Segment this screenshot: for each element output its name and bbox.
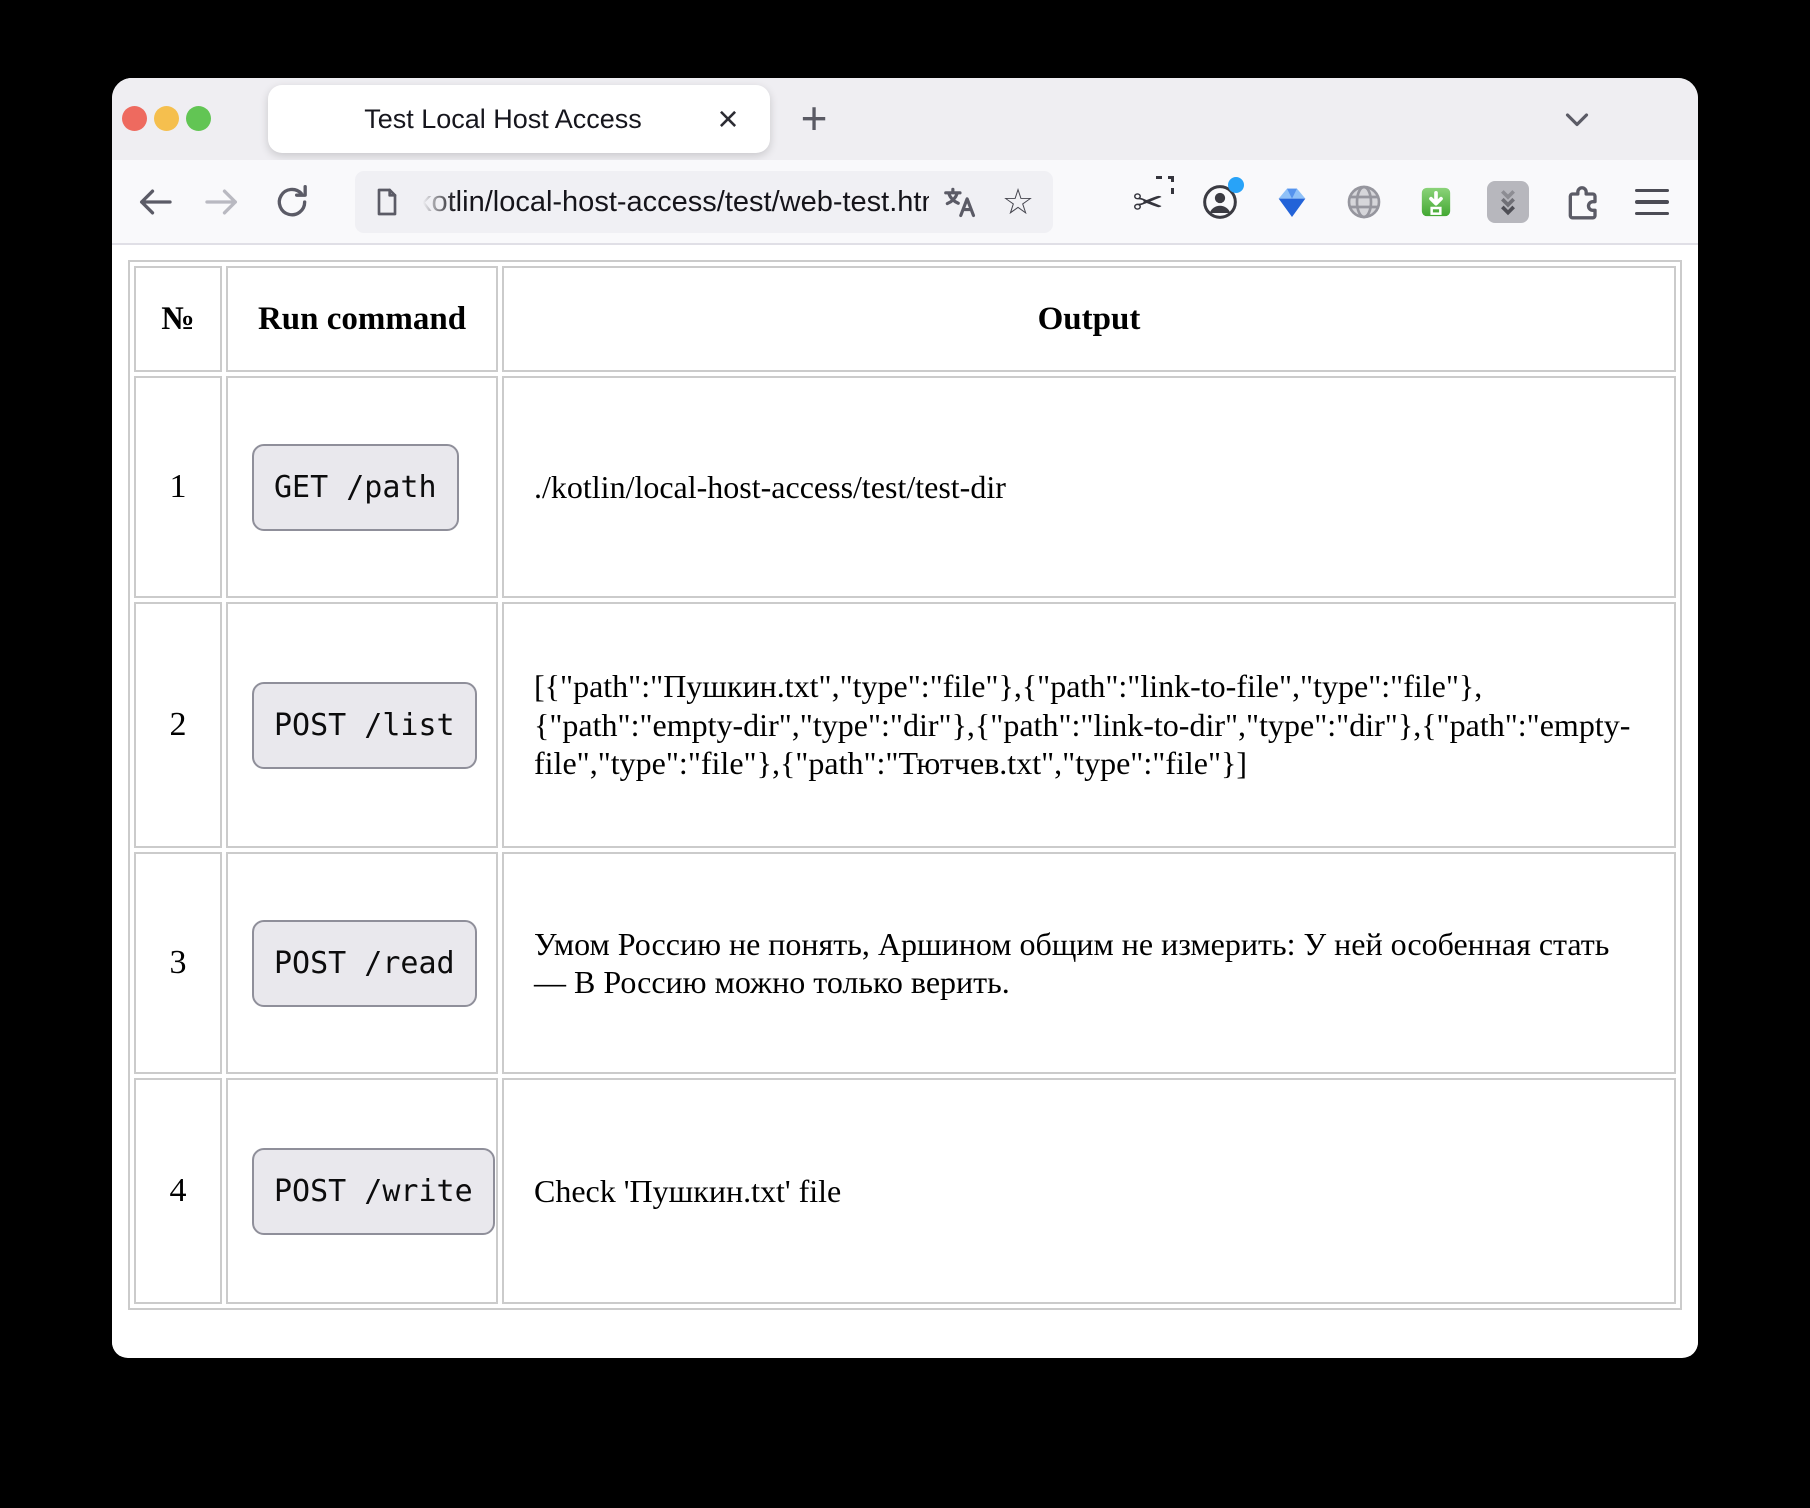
globe-extension-icon[interactable]	[1342, 180, 1386, 224]
output-text: Умом Россию не понять, Аршином общим не …	[502, 852, 1676, 1074]
navigation-toolbar: kotlin/local-host-access/test/web-test.h…	[112, 160, 1698, 245]
output-text: ./kotlin/local-host-access/test/test-dir	[502, 376, 1676, 598]
table-row: 3 POST /read Умом Россию не понять, Арши…	[134, 852, 1676, 1074]
table-row: 4 POST /write Check 'Пушкин.txt' file	[134, 1078, 1676, 1304]
post-read-button[interactable]: POST /read	[252, 920, 477, 1007]
extensions-puzzle-icon[interactable]	[1560, 180, 1604, 224]
tab-overflow-chevron-icon[interactable]	[1558, 100, 1596, 138]
row-number: 3	[134, 852, 222, 1074]
page-content: № Run command Output 1 GET /path ./kotli…	[112, 245, 1698, 1356]
screenshot-extension-icon[interactable]: ✂	[1126, 180, 1170, 224]
test-results-table: № Run command Output 1 GET /path ./kotli…	[128, 260, 1682, 1310]
close-window-button[interactable]	[122, 106, 147, 131]
bookmark-star-icon[interactable]: ☆	[997, 181, 1039, 223]
row-number: 1	[134, 376, 222, 598]
close-tab-icon[interactable]: ×	[706, 97, 750, 141]
translate-icon[interactable]	[939, 181, 981, 223]
menu-hamburger-icon[interactable]	[1630, 180, 1674, 224]
fullscreen-window-button[interactable]	[186, 106, 211, 131]
header-number: №	[134, 266, 222, 372]
output-text: Check 'Пушкин.txt' file	[502, 1078, 1676, 1304]
post-list-button[interactable]: POST /list	[252, 682, 477, 769]
header-run-command: Run command	[226, 266, 498, 372]
notification-badge	[1228, 177, 1244, 193]
minimize-window-button[interactable]	[154, 106, 179, 131]
post-write-button[interactable]: POST /write	[252, 1148, 495, 1235]
row-number: 4	[134, 1078, 222, 1304]
row-number: 2	[134, 602, 222, 848]
dashed-selection-icon	[1156, 176, 1174, 194]
browser-tab[interactable]: Test Local Host Access ×	[268, 85, 770, 153]
table-header-row: № Run command Output	[134, 266, 1676, 372]
tab-title: Test Local Host Access	[332, 85, 674, 153]
address-bar[interactable]: kotlin/local-host-access/test/web-test.h…	[355, 171, 1053, 233]
tab-bar: Test Local Host Access × +	[112, 78, 1698, 160]
header-output: Output	[502, 266, 1676, 372]
url-text[interactable]: kotlin/local-host-access/test/web-test.h…	[417, 186, 929, 219]
save-extension-icon[interactable]	[1414, 180, 1458, 224]
page-file-icon	[371, 186, 403, 218]
table-row: 2 POST /list [{"path":"Пушкин.txt","type…	[134, 602, 1676, 848]
window-controls	[122, 106, 211, 131]
url-fade-overlay	[417, 171, 455, 233]
downloads-extension-icon[interactable]	[1486, 180, 1530, 224]
output-text: [{"path":"Пушкин.txt","type":"file"},{"p…	[502, 602, 1676, 848]
table-row: 1 GET /path ./kotlin/local-host-access/t…	[134, 376, 1676, 598]
new-tab-button[interactable]: +	[791, 95, 837, 141]
get-path-button[interactable]: GET /path	[252, 444, 459, 531]
forward-button[interactable]	[200, 180, 244, 224]
browser-window: Test Local Host Access × + kotlin/loca	[112, 78, 1698, 1358]
gem-extension-icon[interactable]	[1270, 180, 1314, 224]
reload-button[interactable]	[270, 180, 314, 224]
account-icon[interactable]	[1198, 180, 1242, 224]
back-button[interactable]	[133, 180, 177, 224]
